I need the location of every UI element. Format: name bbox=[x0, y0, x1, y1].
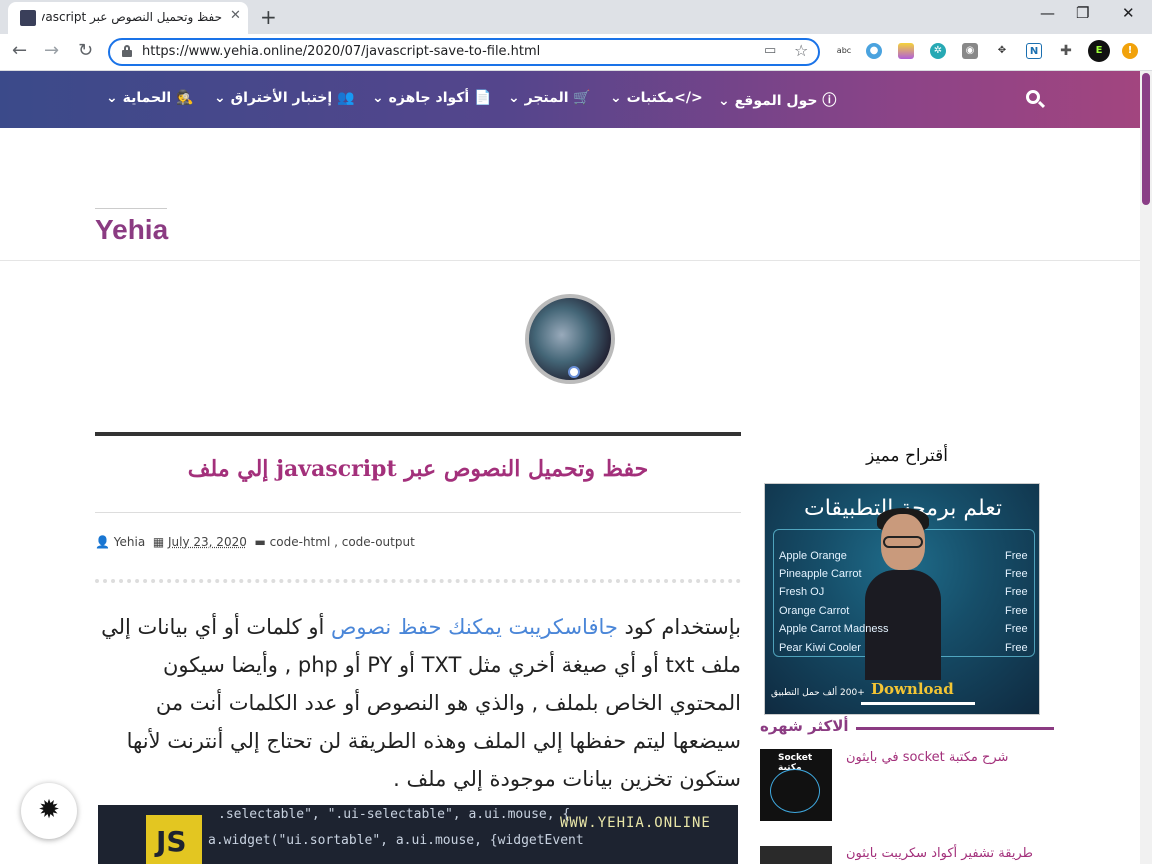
ad-download-label[interactable]: Download bbox=[871, 680, 954, 698]
restore-button[interactable]: ❐ bbox=[1076, 4, 1089, 22]
image-code-line: a.widget("ui.sortable", a.ui.mouse, {wid… bbox=[208, 833, 584, 848]
ad-row-value: Free bbox=[1005, 568, 1028, 580]
install-app-icon[interactable]: ▭ bbox=[764, 43, 776, 58]
ad-row-value: Free bbox=[1005, 642, 1028, 654]
tab-title: حفظ وتحميل النصوص عبر javascript bbox=[42, 10, 222, 24]
nav-store[interactable]: 🛒 المتجر ⌄ bbox=[508, 90, 591, 106]
profile-icon[interactable]: E bbox=[1088, 40, 1110, 62]
gear-icon: ✹ bbox=[38, 795, 60, 825]
camera-icon[interactable]: ◉ bbox=[962, 43, 978, 59]
puzzle-icon[interactable]: ✚ bbox=[1058, 43, 1074, 59]
avatar-badge-icon bbox=[568, 366, 580, 378]
bookmark-star-icon[interactable]: ☆ bbox=[794, 41, 808, 60]
post-labels[interactable]: code-html , code-output bbox=[270, 535, 415, 549]
post-title: حفظ وتحميل النصوص عبر javascript إلي ملف bbox=[187, 456, 649, 482]
ad-person-image bbox=[865, 508, 941, 680]
ad-row-label: Pear Kiwi Cooler bbox=[779, 642, 861, 654]
lock-icon[interactable] bbox=[122, 45, 132, 57]
ad-row-value: Free bbox=[1005, 623, 1028, 635]
ad-row-label: Pineapple Carrot bbox=[779, 568, 862, 580]
search-ext-icon[interactable]: ● bbox=[866, 43, 882, 59]
author-icon: 👤 bbox=[95, 535, 110, 549]
post-date[interactable]: July 23, 2020 bbox=[168, 535, 247, 549]
ad-row-label: Apple Carrot Madness bbox=[779, 623, 889, 635]
featured-heading: أقتراح مميز bbox=[866, 446, 948, 466]
alert-icon[interactable]: ! bbox=[1122, 43, 1138, 59]
tab-close-icon[interactable]: ✕ bbox=[230, 8, 241, 23]
new-tab-button[interactable]: + bbox=[260, 5, 277, 29]
browser-toolbar: ← → ↻ https://www.yehia.online/2020/07/j… bbox=[0, 34, 1152, 71]
js-logo-icon: JS bbox=[146, 815, 202, 864]
gear-ext-icon[interactable]: ✲ bbox=[930, 43, 946, 59]
popular-thumbnail[interactable]: Socket مكتبة bbox=[760, 749, 832, 821]
n-ext-icon[interactable]: N bbox=[1026, 43, 1042, 59]
post-top-border bbox=[95, 432, 741, 436]
dotted-divider bbox=[95, 579, 741, 583]
settings-button[interactable]: ✹ bbox=[21, 783, 77, 839]
post-body-prefix: بإستخدام كود bbox=[617, 615, 741, 639]
image-code-line: .selectable", ".ui-selectable", a.ui.mou… bbox=[218, 807, 571, 822]
ad-row-label: Fresh OJ bbox=[779, 586, 825, 598]
abc-ext-icon[interactable]: abc bbox=[836, 43, 852, 59]
browser-tab-bar: حفظ وتحميل النصوص عبر javascript ✕ + — ❐… bbox=[0, 0, 1152, 34]
popular-thumbnail[interactable] bbox=[760, 846, 832, 864]
browser-tab[interactable]: حفظ وتحميل النصوص عبر javascript ✕ bbox=[8, 2, 248, 34]
ad-row-label: Apple Orange bbox=[779, 550, 847, 562]
move-icon[interactable]: ✥ bbox=[994, 43, 1010, 59]
search-icon[interactable] bbox=[1026, 90, 1046, 110]
close-window-button[interactable]: ✕ bbox=[1122, 4, 1135, 22]
popular-heading-rule bbox=[856, 727, 1054, 730]
header-divider bbox=[0, 260, 1140, 261]
ad-row-value: Free bbox=[1005, 586, 1028, 598]
thumbnail-graphic bbox=[770, 769, 820, 813]
site-brand[interactable]: Yehia bbox=[95, 214, 168, 246]
back-button[interactable]: ← bbox=[12, 40, 27, 61]
reload-button[interactable]: ↻ bbox=[78, 40, 93, 61]
ad-row-value: Free bbox=[1005, 605, 1028, 617]
minimize-button[interactable]: — bbox=[1040, 4, 1055, 22]
popular-heading: ألاكثر شهره bbox=[760, 717, 849, 735]
ad-underline bbox=[861, 702, 975, 705]
post-image: .selectable", ".ui-selectable", a.ui.mou… bbox=[98, 805, 738, 864]
nav-libraries[interactable]: </>مكتبات ⌄ bbox=[610, 90, 703, 106]
post-author[interactable]: Yehia bbox=[114, 535, 145, 549]
forward-button[interactable]: → bbox=[44, 40, 59, 61]
javascript-link[interactable]: جافاسكريبت يمكنك حفظ نصوص bbox=[331, 615, 618, 639]
folder-icon: ▬ bbox=[254, 535, 266, 549]
site-navigation: ⓘ حول الموقع ⌄ </>مكتبات ⌄ 🛒 المتجر ⌄ 📄 … bbox=[0, 71, 1140, 128]
popular-post-link[interactable]: طريقة تشفير أكواد سكريبت بايثون bbox=[846, 846, 1046, 861]
post-meta: 👤 Yehia ▦ July 23, 2020 ▬ code-html , co… bbox=[95, 535, 415, 549]
url-text[interactable]: https://www.yehia.online/2020/07/javascr… bbox=[142, 44, 540, 59]
address-bar[interactable]: https://www.yehia.online/2020/07/javascr… bbox=[108, 38, 820, 66]
page-scrollbar[interactable] bbox=[1140, 71, 1152, 864]
nav-pentest[interactable]: 👥 إختبار الأختراق ⌄ bbox=[214, 90, 354, 106]
nav-ready-codes[interactable]: 📄 أكواد جاهزه ⌄ bbox=[372, 90, 492, 106]
featured-ad-banner[interactable]: تعلم برمجة التطبيقات Apple Orange Free P… bbox=[764, 483, 1040, 715]
image-watermark: WWW.YEHIA.ONLINE bbox=[560, 815, 711, 831]
post-body: بإستخدام كود جافاسكريبت يمكنك حفظ نصوص أ… bbox=[95, 608, 741, 798]
ad-row-label: Orange Carrot bbox=[779, 605, 850, 617]
popular-post-link[interactable]: شرح مكتبة socket في بايثون bbox=[846, 750, 1046, 765]
calendar-icon: ▦ bbox=[152, 535, 165, 549]
nav-security[interactable]: 🕵 الحماية ⌄ bbox=[106, 90, 193, 106]
site-favicon-icon bbox=[20, 10, 36, 26]
ad-row-value: Free bbox=[1005, 550, 1028, 562]
scrollbar-thumb[interactable] bbox=[1142, 73, 1150, 205]
nav-about[interactable]: ⓘ حول الموقع ⌄ bbox=[718, 90, 836, 110]
post-body-rest: أو كلمات أو أي بيانات إلي ملف txt أو أي … bbox=[101, 615, 741, 791]
highlight-ext-icon[interactable] bbox=[898, 43, 914, 59]
brand-divider bbox=[95, 208, 167, 209]
title-divider bbox=[95, 512, 741, 513]
ad-download-count: +200 ألف حمل التطبيق bbox=[771, 688, 865, 698]
